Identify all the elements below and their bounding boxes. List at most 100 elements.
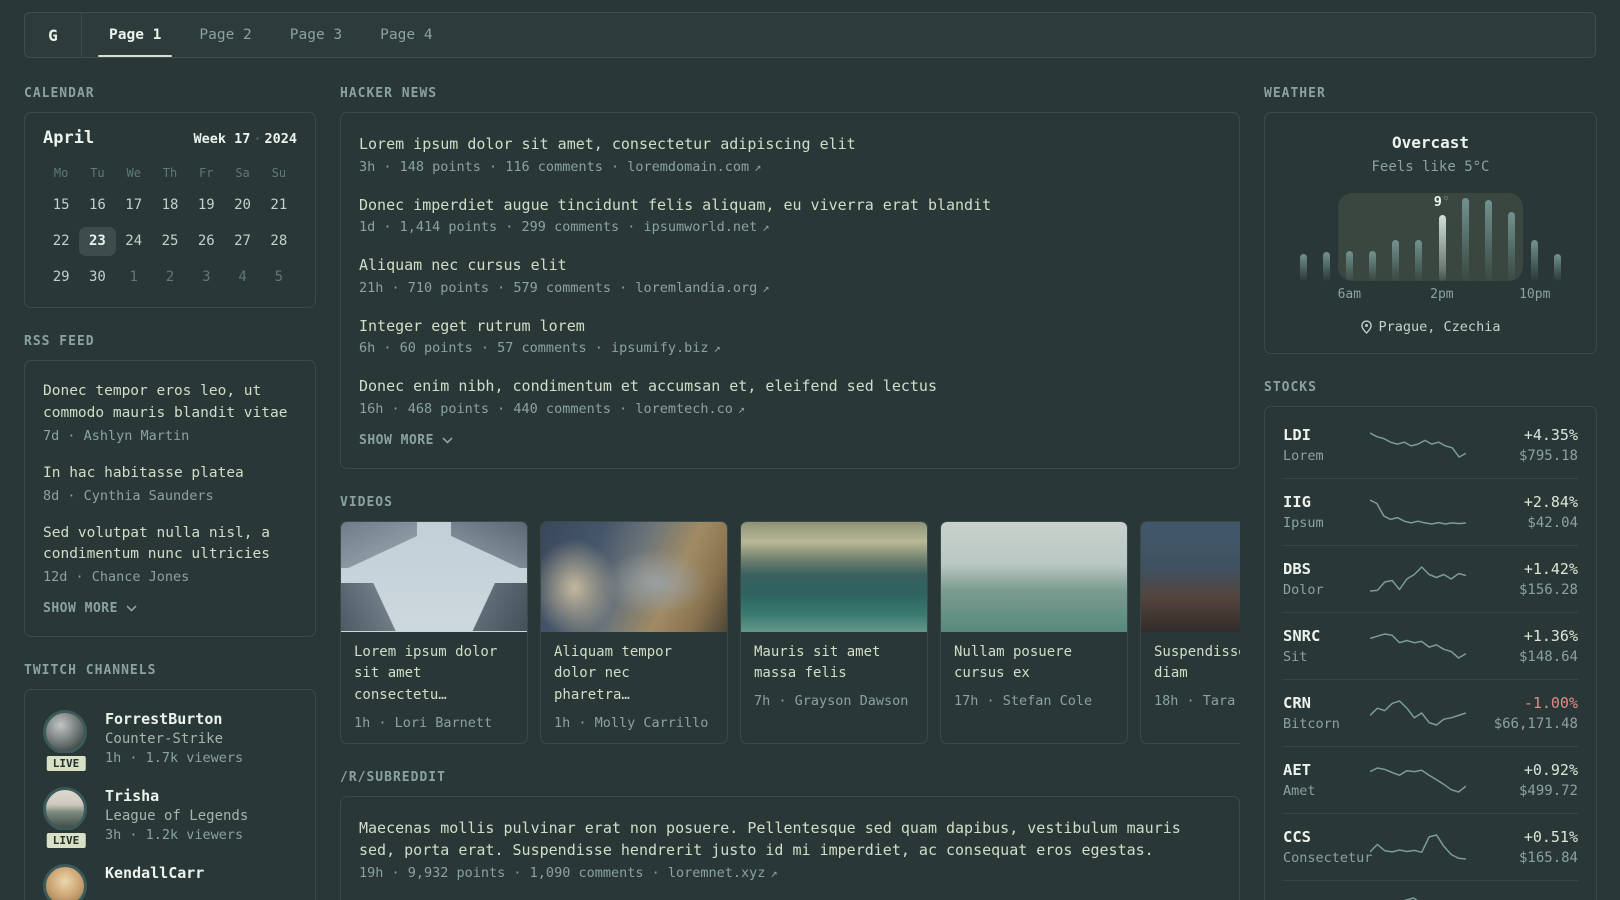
location-pin-icon: [1360, 320, 1372, 334]
stock-id: CCS Consectetur: [1283, 828, 1373, 866]
video-card[interactable]: Suspendisse diam 18h · Tara: [1140, 520, 1240, 744]
video-thumbnail-hands-holding-camera[interactable]: [541, 521, 727, 632]
channel-name[interactable]: ForrestBurton: [105, 710, 243, 728]
show-more-label: SHOW MORE: [43, 601, 118, 617]
calendar-day-next-month: 1: [129, 268, 138, 285]
stock-row[interactable]: IIG Ipsum +2.84% $42.04: [1283, 478, 1578, 545]
stock-price: $165.84: [1518, 850, 1578, 866]
video-thumbnail-boat-wake-city-skyline[interactable]: [741, 521, 927, 632]
hn-item-meta-text: 3h · 148 points · 116 comments · loremdo…: [359, 158, 750, 175]
video-title[interactable]: Nullam posuere cursus ex: [954, 642, 1114, 685]
video-card-body: Aliquam tempor dolor nec pharetra… 1h · …: [541, 632, 727, 743]
stock-id: AET Amet: [1283, 761, 1361, 799]
tab-page-4[interactable]: Page 4: [367, 13, 445, 57]
stocks-widget: STOCKS LDI Lorem +4.35% $795.18 IIG Ipsu…: [1264, 380, 1597, 900]
channel-name[interactable]: Trisha: [105, 787, 248, 805]
hn-item-meta[interactable]: 1d · 1,414 points · 299 comments · ipsum…: [359, 219, 1221, 235]
channel-name[interactable]: KendallCarr: [105, 864, 204, 882]
rss-item: Donec tempor eros leo, ut commodo mauris…: [43, 381, 297, 444]
subreddit-card: Maecenas mollis pulvinar erat non posuer…: [340, 795, 1240, 900]
rss-show-more-button[interactable]: SHOW MORE: [43, 601, 297, 616]
stock-id: LDI Lorem: [1283, 426, 1361, 464]
rss-item-title[interactable]: Sed volutpat nulla nisl, a condimentum n…: [43, 523, 297, 567]
hn-item-meta[interactable]: 16h · 468 points · 440 comments · loremt…: [359, 401, 1221, 417]
subreddit-post: Maecenas mollis pulvinar erat non posuer…: [359, 817, 1221, 881]
stock-id: IIG Ipsum: [1283, 493, 1361, 531]
weather-section-label: WEATHER: [1264, 86, 1326, 101]
calendar-day: 15: [52, 197, 70, 213]
hn-item-title[interactable]: Lorem ipsum dolor sit amet, consectetur …: [359, 133, 1221, 156]
hn-item-meta-text: 1d · 1,414 points · 299 comments · ipsum…: [359, 219, 758, 235]
video-card[interactable]: Nullam posuere cursus ex 17h · Stefan Co…: [940, 520, 1128, 744]
app-logo[interactable]: G: [25, 13, 81, 57]
video-title[interactable]: Mauris sit amet massa felis: [754, 642, 914, 685]
rss-item-title[interactable]: In hac habitasse platea: [43, 463, 297, 485]
stock-name: Sit: [1283, 649, 1308, 665]
subreddit-post-title[interactable]: Maecenas mollis pulvinar erat non posuer…: [359, 817, 1221, 862]
hn-item-meta[interactable]: 21h · 710 points · 579 comments · loreml…: [359, 280, 1221, 296]
video-thumbnail-canoe-on-misty-lake[interactable]: [941, 521, 1127, 632]
video-card[interactable]: Aliquam tempor dolor nec pharetra… 1h · …: [540, 520, 728, 744]
stock-symbol: DBS: [1283, 560, 1311, 578]
stock-name: Bitcorn: [1283, 716, 1340, 732]
stock-row[interactable]: AHS +0.46%: [1283, 880, 1578, 900]
twitch-channel[interactable]: LIVE ForrestBurton Counter-Strike 1h · 1…: [43, 710, 297, 775]
weather-hourly-chart: 9°: [1292, 193, 1570, 281]
hn-item-meta[interactable]: 6h · 60 points · 57 comments · ipsumify.…: [359, 340, 1221, 356]
stock-row[interactable]: CCS Consectetur +0.51% $165.84: [1283, 813, 1578, 880]
video-title[interactable]: Suspendisse diam: [1154, 642, 1240, 685]
hn-item-title[interactable]: Aliquam nec cursus elit: [359, 254, 1221, 277]
video-card[interactable]: Lorem ipsum dolor sit amet consectetu… 1…: [340, 520, 528, 744]
rss-item-meta: 7d · Ashlyn Martin: [43, 427, 190, 444]
video-title[interactable]: Lorem ipsum dolor sit amet consectetu…: [354, 642, 514, 707]
twitch-channel[interactable]: LIVE Trisha League of Legends 3h · 1.2k …: [43, 787, 297, 852]
video-thumbnail-figure-in-dark-misty-field[interactable]: [1141, 521, 1240, 632]
current-temperature: 9°: [1434, 194, 1450, 210]
stock-symbol: CCS: [1283, 828, 1311, 846]
weather-location[interactable]: Prague, Czechia: [1283, 319, 1578, 335]
twitch-widget: TWITCH CHANNELS LIVE ForrestBurton Count…: [24, 663, 316, 900]
hn-card: Lorem ipsum dolor sit amet, consectetur …: [340, 112, 1240, 469]
stock-values: +4.35% $795.18: [1474, 426, 1578, 464]
tab-page-2[interactable]: Page 2: [186, 13, 264, 57]
stock-sparkline: [1369, 767, 1466, 793]
stock-price: $42.04: [1527, 515, 1578, 531]
tab-page-1[interactable]: Page 1: [96, 13, 174, 57]
hn-item-title[interactable]: Donec enim nibh, condimentum et accumsan…: [359, 375, 1221, 398]
subreddit-post-meta[interactable]: 19h · 9,932 points · 1,090 comments · lo…: [359, 865, 1221, 881]
calendar-day-next-month: 3: [202, 268, 211, 285]
video-card-body: Nullam posuere cursus ex 17h · Stefan Co…: [941, 632, 1127, 721]
stock-row[interactable]: SNRC Sit +1.36% $148.64: [1283, 612, 1578, 679]
stock-row[interactable]: DBS Dolor +1.42% $156.28: [1283, 545, 1578, 612]
videos-widget: VIDEOS Lorem ipsum dolor sit amet consec…: [340, 495, 1240, 744]
videos-carousel[interactable]: Lorem ipsum dolor sit amet consectetu… 1…: [340, 520, 1240, 744]
stocks-section-label: STOCKS: [1264, 380, 1317, 395]
rss-widget: RSS FEED Donec tempor eros leo, ut commo…: [24, 334, 316, 638]
tab-page-3[interactable]: Page 3: [277, 13, 355, 57]
hn-show-more-button[interactable]: SHOW MORE: [359, 433, 1221, 448]
hn-item-title[interactable]: Donec imperdiet augue tincidunt felis al…: [359, 194, 1221, 217]
video-title[interactable]: Aliquam tempor dolor nec pharetra…: [554, 642, 714, 707]
twitch-channel[interactable]: KendallCarr: [43, 864, 297, 900]
video-thumbnail-concrete-towers-sky-cross[interactable]: [341, 521, 527, 632]
dashboard-grid: CALENDAR April Week 17 · 2024 Mo Tu We Th …: [0, 58, 1620, 900]
stock-id: SNRC Sit: [1283, 627, 1361, 665]
rss-item-title[interactable]: Donec tempor eros leo, ut commodo mauris…: [43, 381, 297, 425]
stock-price: $795.18: [1518, 448, 1578, 464]
external-link-icon: ↗: [762, 280, 770, 295]
stock-change: +1.42%: [1523, 560, 1578, 578]
hn-item-title[interactable]: Integer eget rutrum lorem: [359, 315, 1221, 338]
hn-item: Lorem ipsum dolor sit amet, consectetur …: [359, 133, 1221, 175]
rss-item: Sed volutpat nulla nisl, a condimentum n…: [43, 523, 297, 586]
calendar-grid: Mo Tu We Th Fr Sa Su 15 16 17 18 19 20 2…: [43, 162, 297, 291]
stock-row[interactable]: LDI Lorem +4.35% $795.18: [1283, 412, 1578, 478]
subreddit-widget: /R/SUBREDDIT Maecenas mollis pulvinar er…: [340, 770, 1240, 900]
chevron-down-icon: [442, 436, 453, 444]
calendar-day: 29: [52, 268, 70, 285]
hn-item-meta[interactable]: 3h · 148 points · 116 comments · loremdo…: [359, 159, 1221, 175]
stock-row[interactable]: AET Amet +0.92% $499.72: [1283, 746, 1578, 813]
video-meta: 1h · Lori Barnett: [354, 714, 493, 731]
stock-row[interactable]: CRN Bitcorn -1.00% $66,171.48: [1283, 679, 1578, 746]
stock-name: Consectetur: [1283, 850, 1373, 866]
video-card[interactable]: Mauris sit amet massa felis 7h · Grayson…: [740, 520, 928, 744]
